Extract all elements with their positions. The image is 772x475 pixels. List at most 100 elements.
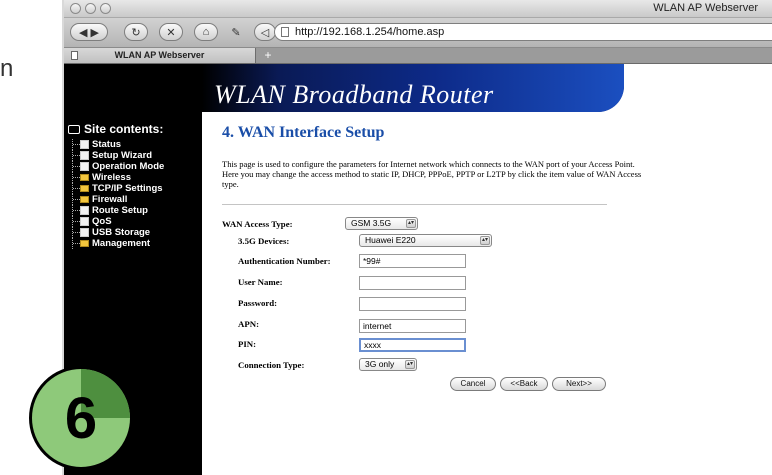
sidebar-item-label: Firewall: [92, 194, 128, 205]
divider: [222, 204, 607, 205]
window-controls: [70, 3, 111, 14]
document-icon: [80, 162, 89, 171]
tree-line: [72, 227, 80, 238]
tab-bar: WLAN AP Webserver +: [64, 48, 772, 64]
zoom-window-icon[interactable]: [100, 3, 111, 14]
reload-icon: ↻: [131, 26, 141, 39]
sidebar-item-firewall[interactable]: Firewall: [70, 194, 164, 205]
user-name-label: User Name:: [238, 277, 283, 287]
address-bar[interactable]: http://192.168.1.254/home.asp: [274, 23, 772, 41]
apn-label: APN:: [238, 319, 260, 329]
sidebar-item-wireless[interactable]: Wireless: [70, 172, 164, 183]
devices-value: Huawei E220: [365, 235, 416, 245]
forward-arrow-icon[interactable]: ▶: [91, 26, 99, 39]
document-icon: [80, 151, 89, 160]
folder-icon: [80, 174, 89, 181]
tree-line: [72, 183, 80, 194]
auth-number-input[interactable]: *99#: [359, 254, 466, 268]
pin-label: PIN:: [238, 339, 257, 349]
stop-button[interactable]: ✕: [159, 23, 183, 41]
connection-type-select[interactable]: 3G only ▴▾: [359, 358, 417, 371]
side-text-fragment: n: [0, 55, 15, 82]
tab-wlan-ap-webserver[interactable]: WLAN AP Webserver: [64, 48, 256, 63]
next-button[interactable]: Next>>: [552, 377, 606, 391]
sidebar-item-tcp-ip-settings[interactable]: TCP/IP Settings: [70, 183, 164, 194]
tree-line: [72, 205, 80, 216]
wan-access-type-label: WAN Access Type:: [222, 219, 293, 229]
browser-window: WLAN AP Webserver ◀ ▶ ↻ ✕ ⌂ ✎ ◁ http://1…: [64, 0, 772, 475]
tree-line: [72, 194, 80, 205]
snapback-button[interactable]: ◁: [254, 23, 276, 41]
sidebar-item-route-setup[interactable]: Route Setup: [70, 205, 164, 216]
sidebar-item-status[interactable]: Status: [70, 139, 164, 150]
tree-line: [72, 150, 80, 161]
page-icon: [281, 27, 289, 37]
wan-access-type-select[interactable]: GSM 3.5G ▴▾: [345, 217, 418, 230]
tree-line: [72, 238, 80, 249]
back-arrow-icon[interactable]: ◀: [79, 26, 87, 39]
sidebar-menu: Status Setup Wizard Operation Mode Wireless…: [70, 139, 164, 249]
reload-button[interactable]: ↻: [124, 23, 148, 41]
folder-icon: [80, 185, 89, 192]
banner-title: WLAN Broadband Router: [214, 80, 494, 109]
document-icon: [80, 206, 89, 215]
document-icon: [80, 140, 89, 149]
sidebar-item-label: Status: [92, 139, 122, 150]
sidebar-item-label: USB Storage: [92, 227, 151, 238]
apn-input[interactable]: internet: [359, 319, 466, 333]
devices-label: 3.5G Devices:: [238, 236, 290, 246]
snapback-icon: ◁: [260, 26, 270, 39]
sidebar-item-operation-mode[interactable]: Operation Mode: [70, 161, 164, 172]
password-input[interactable]: [359, 297, 466, 311]
step-number-badge: 6: [29, 366, 133, 470]
browser-toolbar: ◀ ▶ ↻ ✕ ⌂ ✎ ◁ http://192.168.1.254/home.…: [64, 18, 772, 48]
home-button[interactable]: ⌂: [194, 23, 218, 41]
sidebar-item-management[interactable]: Management: [70, 238, 164, 249]
sidebar-item-setup-wizard[interactable]: Setup Wizard: [70, 150, 164, 161]
book-icon: [68, 124, 80, 134]
back-button[interactable]: <<Back: [500, 377, 548, 391]
select-arrows-icon: ▴▾: [480, 236, 490, 245]
sidebar-heading: Site contents:: [68, 122, 163, 136]
back-forward-buttons[interactable]: ◀ ▶: [70, 23, 108, 41]
tree-line: [72, 139, 80, 150]
wan-access-type-value: GSM 3.5G: [351, 218, 392, 228]
document-icon: [80, 228, 89, 237]
page-title: 4. WAN Interface Setup: [222, 124, 385, 141]
main-panel: 4. WAN Interface Setup This page is used…: [222, 124, 682, 391]
devices-select[interactable]: Huawei E220 ▴▾: [359, 234, 492, 247]
cancel-button[interactable]: Cancel: [450, 377, 496, 391]
sidebar-item-qos[interactable]: QoS: [70, 216, 164, 227]
sidebar-item-label: Operation Mode: [92, 161, 165, 172]
minimize-window-icon[interactable]: [85, 3, 96, 14]
sidebar-item-label: Management: [92, 238, 151, 249]
bookmark-icon[interactable]: ✎: [230, 23, 242, 41]
sidebar-item-label: Route Setup: [92, 205, 148, 216]
sidebar-item-label: QoS: [92, 216, 112, 227]
step-number: 6: [64, 386, 98, 451]
user-name-input[interactable]: [359, 276, 466, 290]
router-banner: WLAN Broadband Router: [64, 64, 624, 112]
page-icon: [71, 51, 78, 60]
sidebar-item-label: TCP/IP Settings: [92, 183, 163, 194]
document-icon: [80, 217, 89, 226]
new-tab-button[interactable]: +: [256, 48, 280, 63]
connection-type-label: Connection Type:: [238, 360, 305, 370]
url-text[interactable]: http://192.168.1.254/home.asp: [295, 26, 444, 38]
folder-icon: [80, 240, 89, 247]
window-title: WLAN AP Webserver: [653, 2, 758, 14]
banner-black-block: [64, 64, 202, 112]
pin-input[interactable]: xxxx: [359, 338, 466, 352]
password-label: Password:: [238, 298, 278, 308]
tree-line: [72, 216, 80, 227]
sidebar-item-label: Wireless: [92, 172, 131, 183]
sidebar-item-usb-storage[interactable]: USB Storage: [70, 227, 164, 238]
sidebar-heading-label: Site contents:: [84, 122, 164, 136]
close-window-icon[interactable]: [70, 3, 81, 14]
sidebar-item-label: Setup Wizard: [92, 150, 153, 161]
home-icon: ⌂: [202, 26, 210, 38]
select-arrows-icon: ▴▾: [405, 360, 415, 369]
connection-type-value: 3G only: [365, 359, 395, 369]
auth-number-label: Authentication Number:: [238, 256, 331, 266]
folder-icon: [80, 196, 89, 203]
